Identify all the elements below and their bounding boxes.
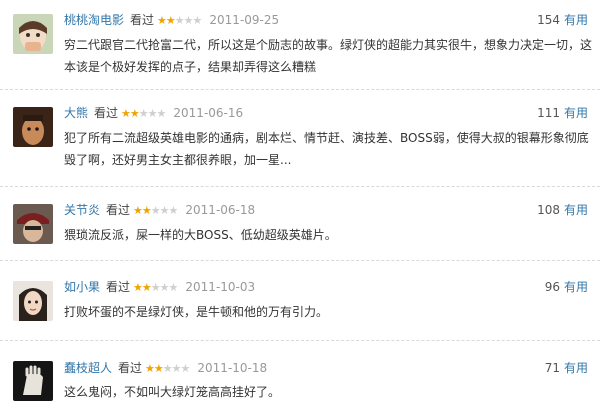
star-filled-icon: ★ [165,14,176,27]
review-username[interactable]: 关节炎 [64,203,100,217]
star-empty-icon: ★ [192,14,203,27]
rating-stars: ★★★★★ [133,281,179,294]
review-text: 打败坏蛋的不是绿灯侠，是牛顿和他的万有引力。 [64,305,329,319]
rating-stars: ★★★★★ [133,204,179,217]
star-empty-icon: ★ [138,107,149,120]
star-filled-icon: ★ [129,107,140,120]
useful-count: 96 [544,280,560,294]
review-date: 2011-09-25 [209,13,280,27]
useful-button[interactable]: 有用 [564,361,588,375]
star-empty-icon: ★ [159,204,170,217]
avatar[interactable] [13,14,53,54]
watched-label: 看过 [118,361,143,375]
review-date: 2011-10-03 [185,280,256,294]
star-filled-icon: ★ [145,362,155,375]
useful-count: 111 [537,106,560,120]
useful-vote: 96 有用 [545,278,588,296]
star-empty-icon: ★ [168,204,179,217]
watched-label: 看过 [106,280,131,294]
review-text: 穷二代跟官二代抢富二代，所以这是个励志的故事。绿灯侠的超能力其实很牛，想象力决定… [64,38,593,74]
star-filled-icon: ★ [141,281,152,294]
star-filled-icon: ★ [141,204,152,217]
review-text: 猥琐流反派，屎一样的大BOSS、低幼超级英雄片。 [64,228,337,242]
star-filled-icon: ★ [153,362,164,375]
star-empty-icon: ★ [180,362,191,375]
divider [0,260,600,261]
star-empty-icon: ★ [150,204,161,217]
review-date: 2011-06-16 [173,106,244,120]
star-empty-icon: ★ [162,362,173,375]
rating-stars: ★★★★★ [121,107,167,120]
watched-label: 看过 [130,13,155,27]
review-username[interactable]: 桃桃淘电影 [64,13,124,27]
watched-label: 看过 [94,106,119,120]
useful-button[interactable]: 有用 [564,203,588,217]
avatar[interactable] [13,204,53,244]
star-empty-icon: ★ [156,107,167,120]
avatar[interactable] [13,107,53,147]
useful-button[interactable]: 有用 [564,280,588,294]
rating-stars: ★★★★★ [157,14,203,27]
star-empty-icon: ★ [147,107,158,120]
avatar[interactable] [13,281,53,321]
star-filled-icon: ★ [133,204,143,217]
star-empty-icon: ★ [168,281,179,294]
useful-vote: 71 有用 [545,359,588,377]
watched-label: 看过 [106,203,131,217]
star-empty-icon: ★ [183,14,194,27]
useful-vote: 111 有用 [537,104,588,122]
star-empty-icon: ★ [174,14,185,27]
divider [0,89,600,90]
review-text: 这么鬼闷，不如叫大绿灯笼高高挂好了。 [64,385,281,399]
review-date: 2011-10-18 [197,361,268,375]
useful-count: 154 [537,13,560,27]
useful-count: 71 [544,361,560,375]
divider [0,186,600,187]
review-text: 犯了所有二流超级英雄电影的通病，剧本烂、情节赶、演技差、BOSS弱，使得大叔的银… [64,131,589,167]
star-empty-icon: ★ [171,362,182,375]
review-date: 2011-06-18 [185,203,256,217]
star-filled-icon: ★ [157,14,167,27]
useful-count: 108 [537,203,560,217]
useful-vote: 154 有用 [537,11,588,29]
avatar[interactable] [13,361,53,401]
star-empty-icon: ★ [150,281,161,294]
useful-button[interactable]: 有用 [564,13,588,27]
useful-button[interactable]: 有用 [564,106,588,120]
divider [0,340,600,341]
rating-stars: ★★★★★ [145,362,191,375]
useful-vote: 108 有用 [537,201,588,219]
star-filled-icon: ★ [121,107,131,120]
review-username[interactable]: 大熊 [64,106,88,120]
review-username[interactable]: 蠢枝超人 [64,361,112,375]
review-username[interactable]: 如小果 [64,280,100,294]
star-empty-icon: ★ [159,281,170,294]
star-filled-icon: ★ [133,281,143,294]
